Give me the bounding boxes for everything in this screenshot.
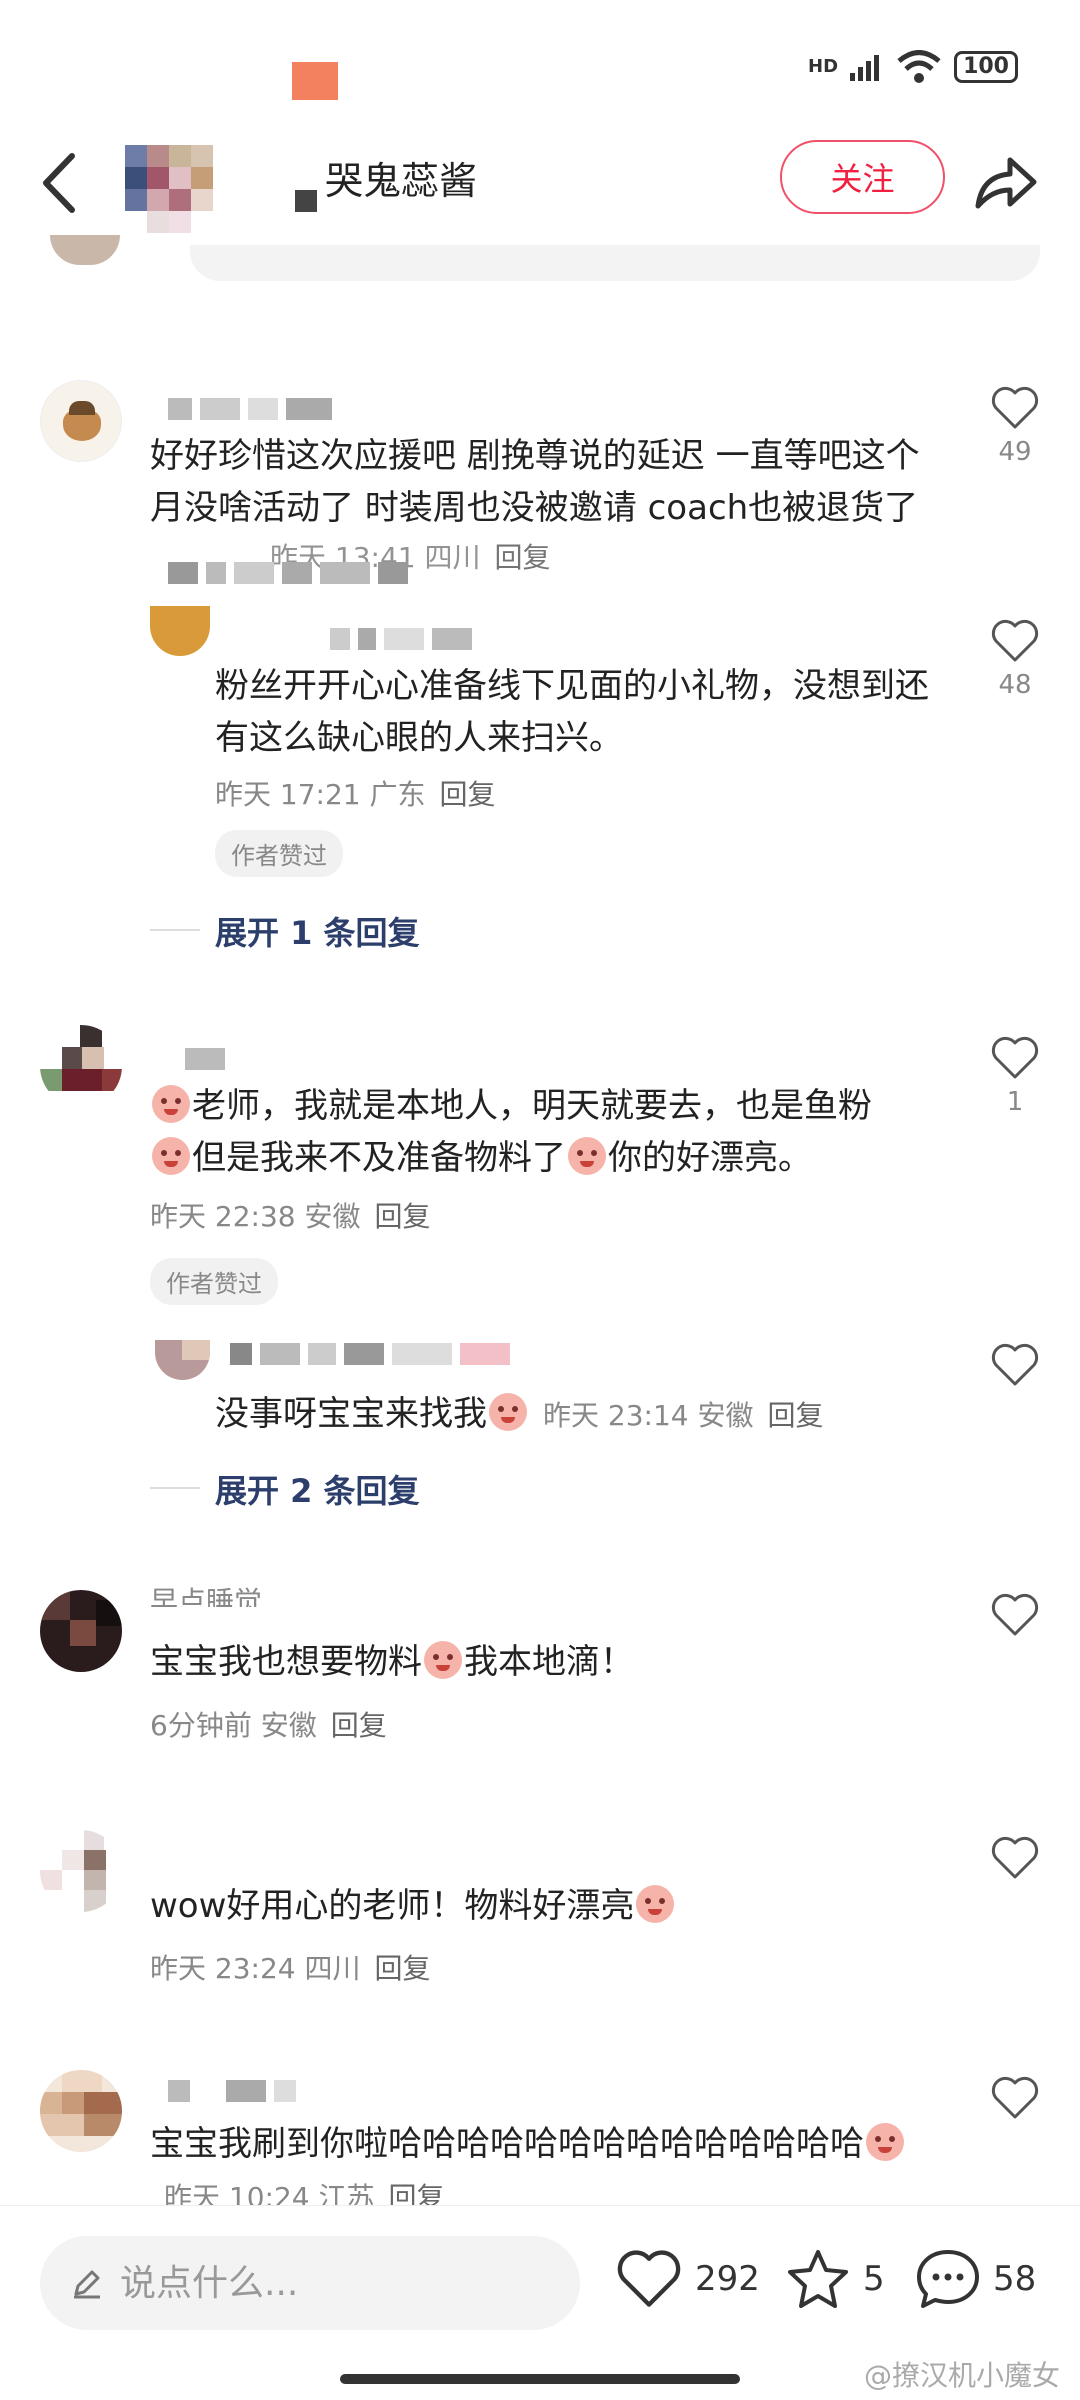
reply-button[interactable]: 回复 bbox=[375, 1200, 431, 1233]
comment-time-location: 昨天 23:24 四川 bbox=[150, 1952, 361, 1985]
like-count: 48 bbox=[998, 670, 1032, 700]
avatar[interactable] bbox=[40, 1025, 122, 1107]
comment-text: 宝宝我也想要物料 我本地滴！ bbox=[150, 1641, 634, 1682]
heart-icon[interactable] bbox=[990, 2075, 1040, 2121]
reply-text: 粉丝开开心心准备线下见面的小礼物，没想到还有这么缺心眼的人来扫兴。 bbox=[215, 666, 929, 758]
comment-meta: 昨天 22:38 安徽 回复 bbox=[150, 1195, 431, 1235]
emoji-icon bbox=[636, 1885, 675, 1923]
reply-time-location: 昨天 17:21 广东 bbox=[215, 778, 426, 811]
comment-time-location: 昨天 22:38 安徽 bbox=[150, 1200, 361, 1233]
share-icon[interactable] bbox=[970, 148, 1040, 218]
comment-bubble-icon[interactable] bbox=[915, 2248, 981, 2310]
reply-text: 没事呀宝宝来找我 昨天 23:14 安徽 回复 bbox=[215, 1393, 824, 1434]
signal-icon bbox=[850, 55, 880, 81]
emoji-icon bbox=[489, 1393, 527, 1431]
reply-time-location: 昨天 23:14 安徽 bbox=[543, 1399, 754, 1432]
comment-text: 老师，我就是本地人，明天就要去，也是鱼粉 但是我来不及准备物料了 你的好漂亮。 bbox=[150, 1080, 950, 1184]
heart-icon[interactable] bbox=[990, 618, 1040, 664]
like-action[interactable]: 292 bbox=[615, 2248, 760, 2310]
avatar[interactable] bbox=[155, 1340, 210, 1380]
emoji-icon bbox=[152, 1137, 190, 1175]
username-redacted bbox=[230, 1343, 518, 1365]
heart-icon[interactable] bbox=[990, 385, 1040, 431]
author-liked-badge: 作者赞过 bbox=[150, 1258, 278, 1305]
author-avatar[interactable] bbox=[125, 145, 213, 233]
heart-icon[interactable] bbox=[990, 1035, 1040, 1081]
comment-total: 58 bbox=[993, 2259, 1037, 2299]
avatar[interactable] bbox=[40, 2070, 122, 2152]
reply-button[interactable]: 回复 bbox=[495, 541, 551, 574]
username-redacted bbox=[185, 1048, 233, 1070]
emoji-icon bbox=[152, 1085, 190, 1123]
username-redacted bbox=[330, 628, 480, 650]
favorite-action[interactable]: 5 bbox=[785, 2248, 885, 2310]
comment-text: 宝宝我刷到你啦哈哈哈哈哈哈哈哈哈哈哈哈哈哈昨天 10:24 江苏 回复 bbox=[150, 2118, 940, 2210]
comment-time-location: 6分钟前 安徽 bbox=[150, 1709, 317, 1742]
comment-action[interactable]: 58 bbox=[915, 2248, 1036, 2310]
battery-indicator: 100 bbox=[954, 50, 1018, 84]
like-total: 292 bbox=[695, 2259, 760, 2299]
post-header: 哭鬼蕊酱 关注 bbox=[0, 130, 1080, 250]
heart-icon[interactable] bbox=[615, 2248, 683, 2310]
reply-button[interactable]: 回复 bbox=[440, 778, 496, 811]
reply-meta: 昨天 17:21 广东 回复 bbox=[215, 773, 496, 813]
network-type: HD bbox=[808, 56, 839, 77]
reply-like[interactable]: 48 bbox=[980, 618, 1050, 700]
star-icon[interactable] bbox=[785, 2248, 851, 2310]
emoji-icon bbox=[866, 2123, 904, 2161]
comment-like[interactable] bbox=[980, 1592, 1050, 1638]
back-icon[interactable] bbox=[30, 148, 90, 218]
comment-like[interactable]: 1 bbox=[980, 1035, 1050, 1117]
expand-replies-button[interactable]: 展开 2 条回复 bbox=[215, 1466, 420, 1512]
comment-meta: 昨天 23:24 四川 回复 bbox=[150, 1947, 431, 1987]
comment-like[interactable] bbox=[980, 2075, 1050, 2121]
avatar[interactable] bbox=[40, 1590, 122, 1672]
avatar[interactable] bbox=[40, 1830, 122, 1912]
status-indicator bbox=[292, 62, 338, 100]
emoji-icon bbox=[568, 1137, 606, 1175]
favorite-total: 5 bbox=[863, 2259, 885, 2299]
wifi-icon bbox=[897, 50, 941, 83]
heart-icon[interactable] bbox=[990, 1592, 1040, 1638]
pencil-icon bbox=[74, 2270, 100, 2299]
username-redacted bbox=[168, 562, 416, 584]
follow-button[interactable]: 关注 bbox=[780, 140, 945, 214]
comment-meta: 6分钟前 安徽 回复 bbox=[150, 1704, 387, 1744]
previous-comment-edge bbox=[0, 235, 1080, 285]
reply-like[interactable] bbox=[980, 1342, 1050, 1388]
username-redacted bbox=[168, 2080, 304, 2102]
reply-button[interactable]: 回复 bbox=[768, 1399, 824, 1432]
comment-input[interactable] bbox=[120, 2262, 520, 2304]
avatar[interactable] bbox=[40, 380, 122, 462]
author-name[interactable]: 哭鬼蕊酱 bbox=[325, 150, 477, 205]
author-liked-badge: 作者赞过 bbox=[215, 830, 343, 877]
status-bar: HD 100 bbox=[0, 0, 1080, 130]
comment-username[interactable]: 早点睡觉 bbox=[150, 1585, 262, 1607]
reply-button[interactable]: 回复 bbox=[331, 1709, 387, 1742]
avatar[interactable] bbox=[150, 606, 210, 656]
username-redacted bbox=[168, 398, 340, 420]
heart-icon[interactable] bbox=[990, 1835, 1040, 1881]
expand-replies-button[interactable]: 展开 1 条回复 bbox=[215, 908, 420, 954]
emoji-icon bbox=[424, 1641, 462, 1679]
heart-icon[interactable] bbox=[990, 1342, 1040, 1388]
bottom-action-bar: 292 5 58 @撩汉机小魔女 bbox=[0, 2205, 1080, 2400]
watermark: @撩汉机小魔女 bbox=[863, 2359, 1060, 2392]
name-redaction bbox=[295, 190, 317, 212]
like-count: 49 bbox=[998, 437, 1032, 467]
comment-like[interactable] bbox=[980, 1835, 1050, 1881]
comment-text: wow好用心的老师！物料好漂亮 bbox=[150, 1880, 950, 1932]
comment-input-box[interactable] bbox=[40, 2236, 580, 2330]
comment-like[interactable]: 49 bbox=[980, 385, 1050, 467]
like-count: 1 bbox=[1006, 1087, 1024, 1117]
home-indicator[interactable] bbox=[340, 2374, 740, 2384]
reply-button[interactable]: 回复 bbox=[375, 1952, 431, 1985]
